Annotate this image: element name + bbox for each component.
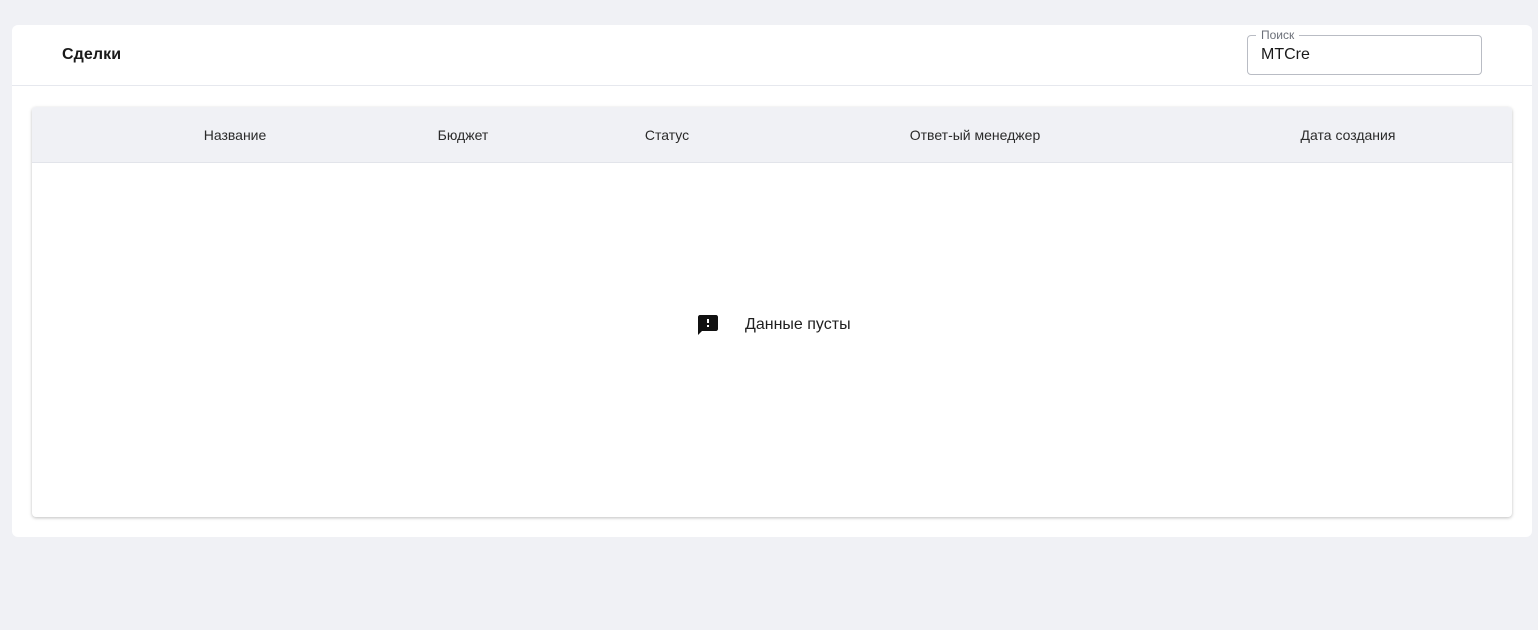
search-input[interactable] [1248,36,1481,74]
feedback-exclamation-icon [698,315,718,335]
deals-table: Название Бюджет Статус Ответ-ый менеджер… [32,107,1512,517]
column-header-budget[interactable]: Бюджет [363,107,563,163]
empty-message: Данные пусты [745,316,851,333]
card-header: Сделки Поиск [12,25,1532,86]
column-header-manager[interactable]: Ответ-ый менеджер [875,107,1075,163]
deals-card: Сделки Поиск Название Бюджет Статус Отве… [12,25,1532,537]
column-header-name[interactable]: Название [135,107,335,163]
table-header-row: Название Бюджет Статус Ответ-ый менеджер… [32,107,1512,163]
empty-state: Данные пусты [696,313,851,337]
page-title: Сделки [62,46,122,63]
column-header-created-date[interactable]: Дата создания [1248,107,1448,163]
search-field[interactable]: Поиск [1247,28,1482,75]
column-header-status[interactable]: Статус [567,107,767,163]
